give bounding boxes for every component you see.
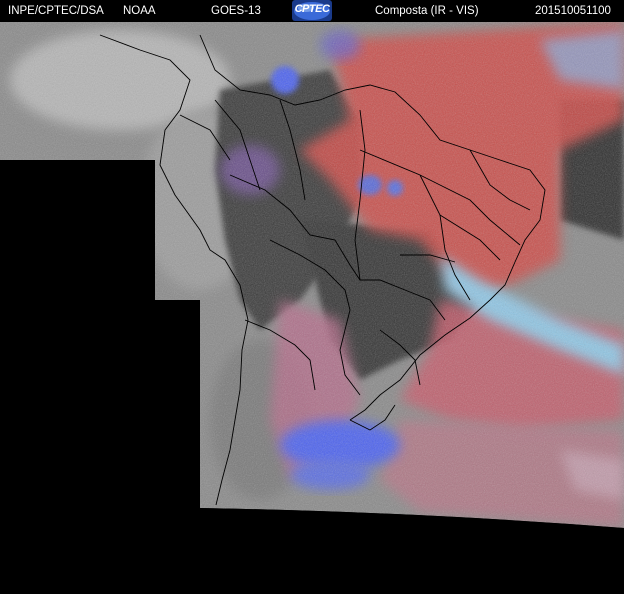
cptec-logo: CPTEC [292, 0, 332, 21]
satellite-composite-map [0, 22, 624, 594]
timestamp-label: 201510051100 [535, 5, 611, 17]
agency-label: NOAA [123, 5, 156, 17]
org-label: INPE/CPTEC/DSA [8, 5, 104, 17]
product-label: Composta (IR - VIS) [375, 5, 479, 17]
satellite-label: GOES-13 [211, 5, 261, 17]
logo-label: CPTEC [294, 3, 330, 15]
